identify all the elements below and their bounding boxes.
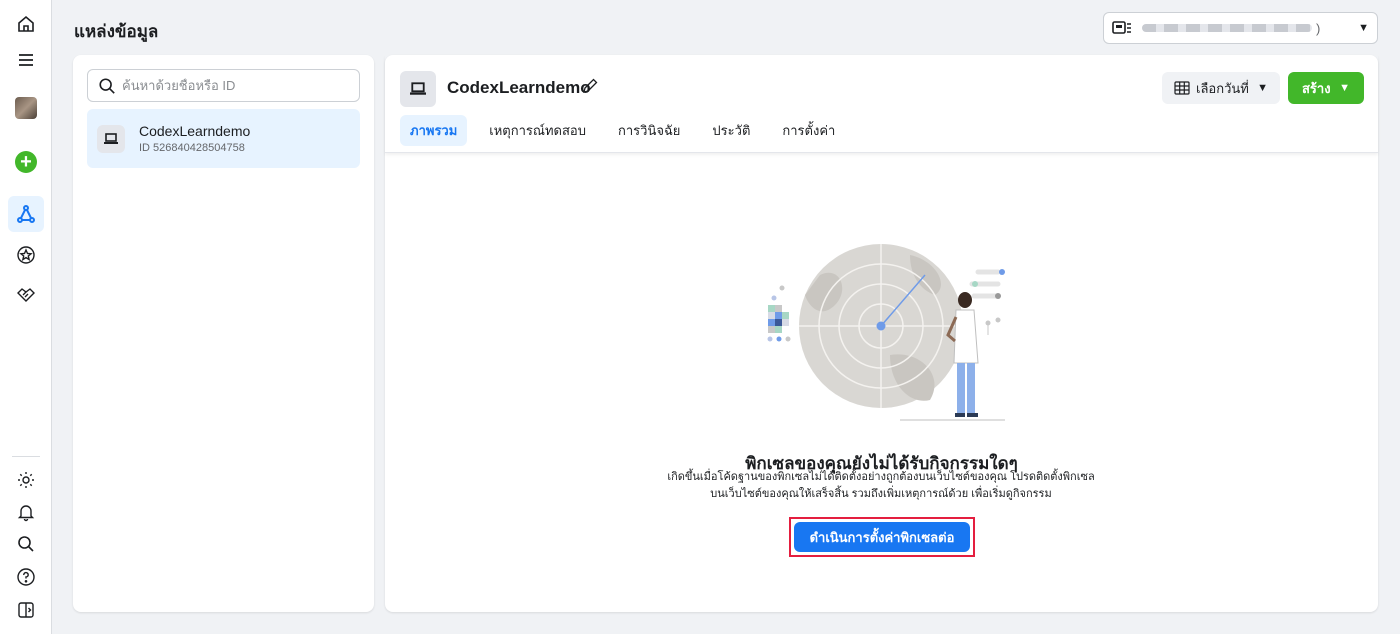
tab-diagnostics[interactable]: การวินิจฉัย [608,115,690,146]
radar-illustration [767,244,1005,421]
source-id: ID 526840428504758 [139,142,245,154]
search-input[interactable] [122,78,342,93]
empty-state-description: เกิดขึ้นเมื่อโค้ดฐานของพิกเซลไม่ได้ติดตั… [631,469,1131,503]
empty-state-desc-line: เกิดขึ้นเมื่อโค้ดฐานของพิกเซลไม่ได้ติดตั… [667,471,1095,483]
collapse-panel-icon[interactable] [8,592,44,628]
avatar[interactable] [8,90,44,126]
ad-account-selector[interactable]: ) ▼ [1103,12,1378,44]
empty-state-desc-line: บนเว็บไซต์ของคุณให้เสร็จสิ้น รวมถึงเพิ่ม… [710,488,1052,500]
pencil-edit-icon[interactable] [581,77,599,95]
create-button-label: สร้าง [1302,80,1331,96]
laptop-icon [400,71,436,107]
home-icon[interactable] [8,6,44,42]
source-search[interactable] [87,69,360,102]
tab-settings[interactable]: การตั้งค่า [772,115,845,146]
data-sources-panel: CodexLearndemo ID 526840428504758 [73,55,374,612]
ad-account-icon [1112,21,1131,34]
date-picker-button[interactable]: เลือกวันที่ ▼ [1162,72,1280,104]
star-circle-icon[interactable] [8,237,44,273]
tab-overview[interactable]: ภาพรวม [400,115,468,146]
list-item[interactable]: CodexLearndemo ID 526840428504758 [87,109,360,168]
events-manager-icon[interactable] [8,196,44,232]
pixel-name: CodexLearndemo [447,78,591,97]
pixel-header: CodexLearndemo เลือกวันที่ ▼ สร้าง ▼ ภาพ… [385,55,1378,153]
account-name-suffix: ) [1316,20,1321,36]
left-rail: + [0,0,52,634]
partners-handshake-icon[interactable] [8,276,44,312]
calendar-icon [1174,81,1190,95]
continue-pixel-setup-button[interactable]: ดำเนินการตั้งค่าพิกเซลต่อ [794,522,970,552]
rail-divider [12,456,40,457]
chevron-down-icon: ▼ [1358,22,1369,34]
pixel-detail-panel: CodexLearndemo เลือกวันที่ ▼ สร้าง ▼ ภาพ… [385,55,1378,612]
tab-test-events[interactable]: เหตุการณ์ทดสอบ [479,115,596,146]
chevron-down-icon: ▼ [1257,82,1268,94]
settings-icon[interactable] [8,462,44,498]
source-name: CodexLearndemo [139,123,251,139]
menu-icon[interactable] [8,42,44,78]
create-plus-icon[interactable]: + [8,144,44,180]
pixel-tabs: ภาพรวม เหตุการณ์ทดสอบ การวินิจฉัย ประวัต… [400,115,857,146]
search-icon [99,77,115,94]
laptop-icon [97,124,125,153]
create-button[interactable]: สร้าง ▼ [1288,72,1364,104]
help-icon[interactable] [8,559,44,595]
date-picker-label: เลือกวันที่ [1196,80,1249,96]
chevron-down-icon: ▼ [1339,82,1350,94]
tab-history[interactable]: ประวัติ [702,115,760,146]
page-title: แหล่งข้อมูล [74,22,159,41]
notifications-bell-icon[interactable] [8,494,44,530]
account-name-redacted [1142,24,1312,32]
search-icon[interactable] [8,526,44,562]
